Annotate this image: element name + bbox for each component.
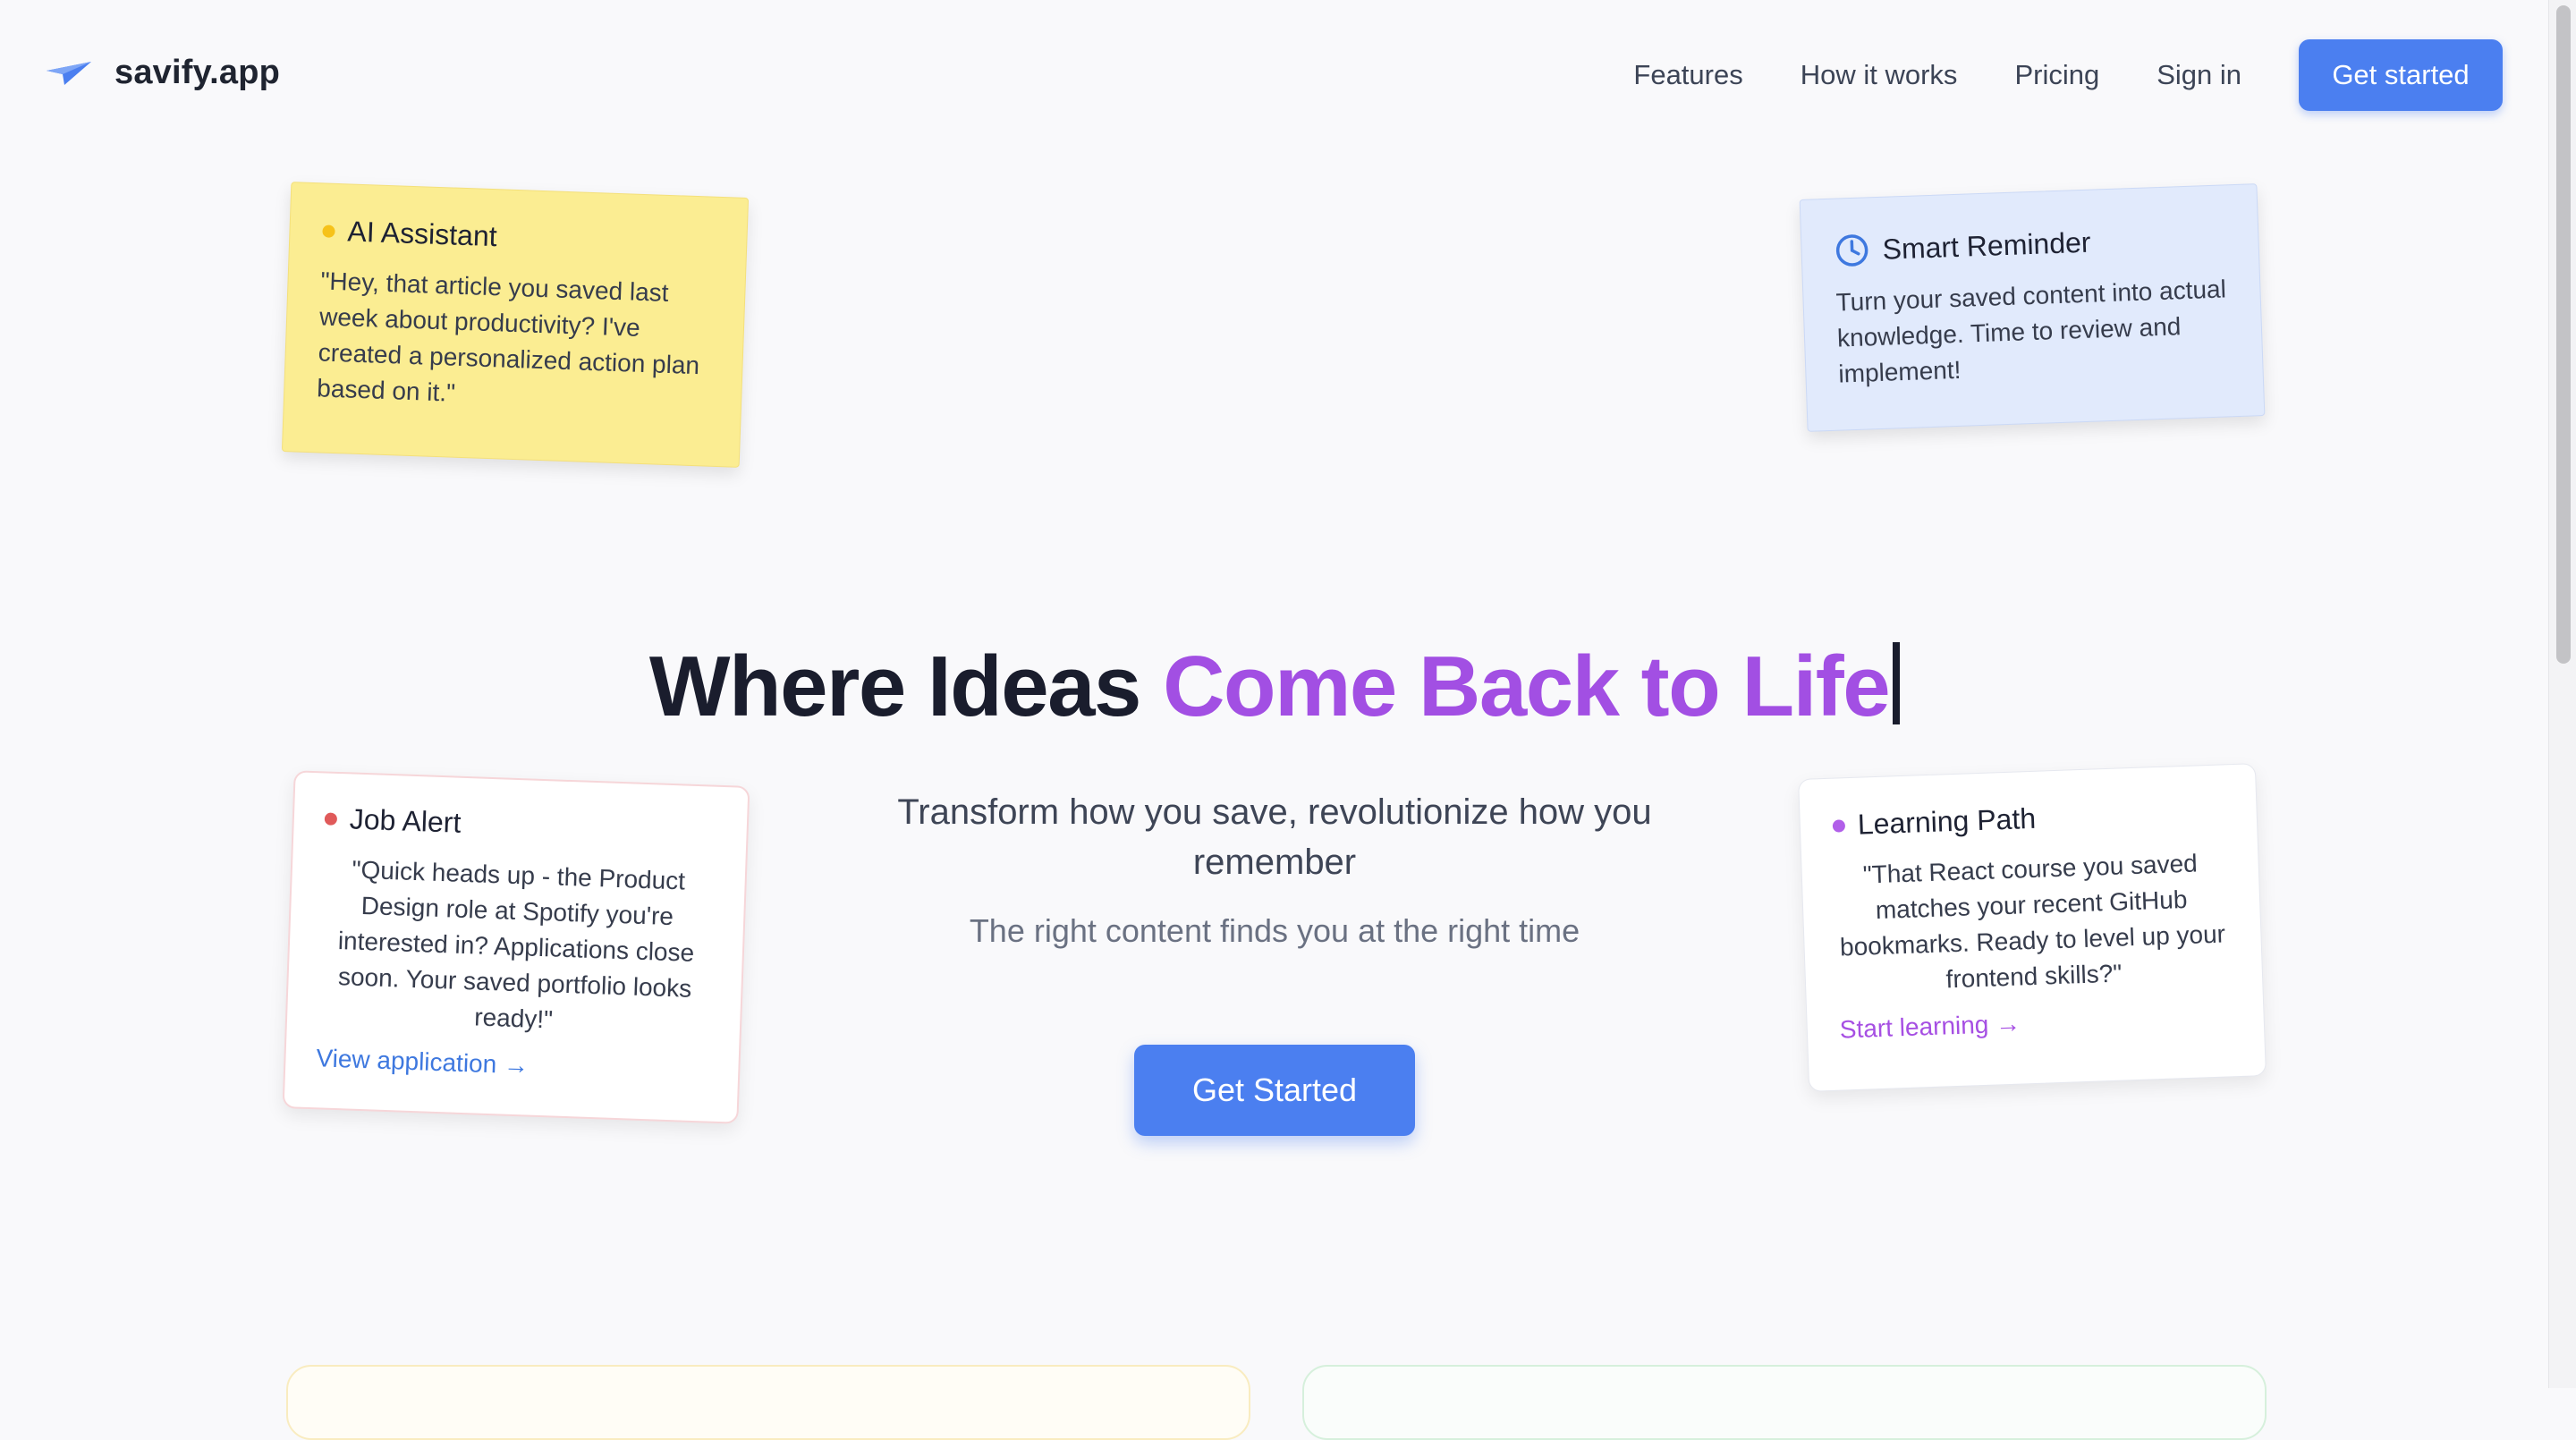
landing-page: savify.app Features How it works Pricing…	[0, 0, 2576, 1440]
ai-assistant-title: AI Assistant	[346, 215, 498, 253]
hero-title: Where Ideas Come Back to Life	[0, 633, 2549, 741]
nav-features[interactable]: Features	[1633, 39, 1742, 111]
brand-logo[interactable]: savify.app	[47, 54, 280, 92]
hero-title-accent: Come Back to Life	[1163, 639, 1891, 734]
get-started-hero-button[interactable]: Get Started	[1134, 1045, 1415, 1136]
paper-plane-icon	[47, 61, 91, 85]
nav-sign-in[interactable]: Sign in	[2157, 39, 2241, 111]
learning-path-card: Learning Path "That React course you sav…	[1798, 763, 2267, 1092]
feature-card-peek-right	[1302, 1365, 2267, 1440]
brand-name: savify.app	[114, 54, 281, 91]
typing-caret	[1893, 642, 1901, 724]
top-nav: Features How it works Pricing Sign in Ge…	[1633, 39, 2503, 111]
smart-reminder-card: Smart Reminder Turn your saved content i…	[1799, 183, 2266, 432]
smart-reminder-title: Smart Reminder	[1881, 225, 2092, 266]
learning-path-body: "That React course you saved matches you…	[1839, 849, 2226, 994]
hero-title-plain: Where Ideas	[648, 639, 1164, 734]
job-alert-title: Job Alert	[349, 802, 462, 839]
nav-how-it-works[interactable]: How it works	[1801, 39, 1958, 111]
view-application-link[interactable]: View application →	[316, 1044, 530, 1080]
scrollbar-track[interactable]	[2548, 0, 2576, 1388]
start-learning-link[interactable]: Start learning →	[1839, 1010, 2021, 1045]
purple-dot-icon	[1832, 818, 1846, 833]
yellow-dot-icon	[322, 224, 335, 238]
job-alert-card: Job Alert "Quick heads up - the Product …	[282, 770, 750, 1124]
learning-path-title: Learning Path	[1857, 801, 2037, 841]
nav-pricing[interactable]: Pricing	[2014, 39, 2099, 111]
ai-assistant-card: AI Assistant "Hey, that article you save…	[281, 182, 750, 468]
feature-card-peek-left	[286, 1365, 1250, 1440]
red-dot-icon	[324, 811, 338, 826]
smart-reminder-body: Turn your saved content into actual know…	[1835, 275, 2227, 388]
job-alert-body: "Quick heads up - the Product Design rol…	[337, 855, 695, 1034]
ai-assistant-body: "Hey, that article you saved last week a…	[316, 267, 700, 407]
clock-icon	[1835, 234, 1868, 267]
scrollbar-thumb[interactable]	[2556, 5, 2571, 664]
hero-subtitle: Transform how you save, revolutionize ho…	[897, 792, 1652, 882]
get-started-nav-button[interactable]: Get started	[2299, 39, 2503, 111]
